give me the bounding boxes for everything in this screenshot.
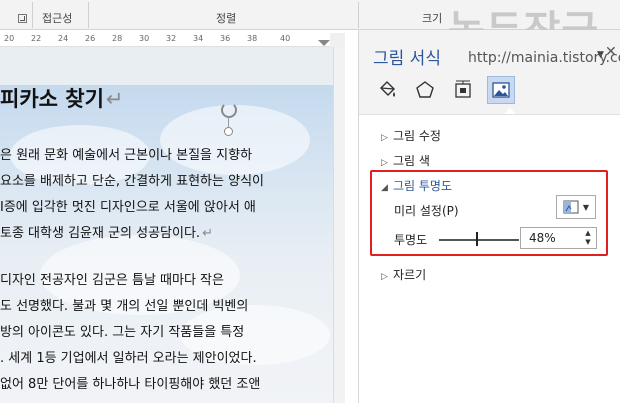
section-picture-color[interactable]: ▷ 그림 색 <box>381 152 430 169</box>
document-canvas[interactable]: 피카소 찾기↵ 은 원래 문화 예술에서 근본이나 본질을 지향하 요소를 배제… <box>0 47 345 403</box>
paragraph-line: 요소를 배제하고 단순, 간결하게 표현하는 양식이 <box>0 174 264 189</box>
ruler-number: 36 <box>220 34 231 43</box>
pane-title: 그림 서식 <box>373 49 441 69</box>
layout-size-icon <box>455 80 471 98</box>
paragraph-line: 토종 대학생 김윤재 군의 성공담이다. ↵ <box>0 226 213 241</box>
tab-effects[interactable] <box>411 76 439 104</box>
ribbon-separator <box>32 2 33 28</box>
ruler-number: 28 <box>112 34 123 43</box>
paragraph-line: 없어 8만 단어를 하나하나 타이핑해야 했던 조앤 <box>0 377 261 392</box>
ribbon-separator <box>358 2 359 28</box>
paragraph-line: 방의 아이콘도 있다. 그는 자기 작품들을 특정 <box>0 325 245 340</box>
pane-content: ▷ 그림 수정 ▷ 그림 색 ◢ 그림 투명도 미리 설정(P) ▼ 투명도 48% … <box>359 114 620 403</box>
horizontal-ruler: 20 22 24 26 28 30 32 34 36 38 40 <box>0 33 345 47</box>
ribbon-separator <box>88 2 89 28</box>
tab-fill-line[interactable] <box>373 76 401 104</box>
ruler-margin <box>330 33 345 47</box>
ribbon-group-size: 크기 <box>422 12 443 25</box>
paragraph-line: 은 원래 문화 예술에서 근본이나 본질을 지향하 <box>0 148 253 163</box>
document-scrollbar[interactable] <box>333 47 345 403</box>
ruler-number: 32 <box>166 34 177 43</box>
paragraph-line: . 세계 1등 기업에서 일하러 오라는 제안이었다. <box>0 351 257 366</box>
ribbon-group-arrange: 정렬 <box>216 12 237 25</box>
ruler-number: 34 <box>193 34 204 43</box>
caret-right-icon: ▷ <box>381 272 388 282</box>
paragraph-line: 도 선명했다. 불과 몇 개의 선일 뿐인데 빅벤의 <box>0 299 249 314</box>
ruler-number: 26 <box>85 34 96 43</box>
ruler-number: 40 <box>280 34 291 43</box>
ruler-number: 22 <box>31 34 42 43</box>
group-dialog-launcher[interactable] <box>18 14 27 23</box>
caret-right-icon: ▷ <box>381 133 388 143</box>
tab-picture[interactable] <box>487 76 515 104</box>
ribbon-group-accessibility: 접근성 <box>42 12 73 25</box>
section-picture-corrections[interactable]: ▷ 그림 수정 <box>381 127 441 144</box>
paragraph-line: I증에 입각한 멋진 디자인으로 서울에 앉아서 애 <box>0 200 256 215</box>
fill-bucket-icon <box>380 81 395 97</box>
pentagon-effects-icon <box>416 81 434 98</box>
watermark-url: http://mainia.tistory.com <box>468 50 620 66</box>
picture-icon <box>492 82 510 98</box>
section-crop[interactable]: ▷ 자르기 <box>381 266 426 283</box>
ruler-number: 38 <box>247 34 258 43</box>
rotate-handle-icon[interactable] <box>220 102 237 118</box>
caret-right-icon: ▷ <box>381 158 388 168</box>
ruler-number: 30 <box>139 34 150 43</box>
ruler-number: 20 <box>4 34 15 43</box>
paragraph-line: 디자인 전공자인 김군은 틈날 때마다 작은 <box>0 273 224 288</box>
indent-marker[interactable] <box>318 40 330 46</box>
ruler-number: 24 <box>58 34 69 43</box>
document-title: 피카소 찾기↵ <box>0 87 124 111</box>
resize-handle[interactable] <box>224 127 233 136</box>
highlight-box <box>370 170 608 256</box>
tab-layout-properties[interactable] <box>449 76 477 104</box>
